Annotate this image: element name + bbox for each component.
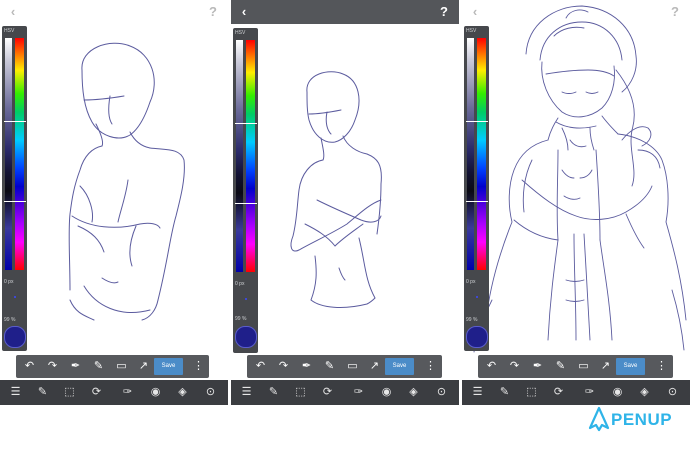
value-slider[interactable] — [467, 38, 474, 270]
menu-icon[interactable]: ☰ — [239, 385, 254, 400]
undo-icon[interactable]: ↶ — [484, 359, 499, 374]
brush-size-preview — [14, 296, 16, 298]
eraser-icon[interactable]: ▭ — [114, 359, 129, 374]
sketch-figure-3 — [473, 5, 687, 353]
eraser-icon[interactable]: ▭ — [576, 359, 591, 374]
layers-icon[interactable]: ◈ — [637, 385, 652, 400]
screen-2: ‹ ? HSV 0 px 99 % ↶ ↷ ✒ ✎ ▭ ↗ Save ⋮ ☰ ✎… — [231, 0, 459, 405]
hue-slider[interactable] — [15, 38, 24, 270]
color-mode-label[interactable]: HSV — [466, 28, 487, 34]
pencil-icon[interactable]: ✎ — [91, 359, 106, 374]
drawing-canvas[interactable] — [231, 24, 459, 355]
fill-icon[interactable]: ↗ — [598, 359, 613, 374]
undo-icon[interactable]: ↶ — [22, 359, 37, 374]
grid-icon[interactable]: ⋮ — [423, 359, 438, 374]
edit-icon[interactable]: ✎ — [497, 385, 512, 400]
sketch-figure-1 — [68, 42, 185, 321]
more-icon[interactable]: ⊙ — [203, 385, 218, 400]
bottom-bar: ☰ ✎ ⬚ ⟳ ✑ ◉ ◈ ⊙ — [0, 380, 228, 405]
redo-icon[interactable]: ↷ — [276, 359, 291, 374]
rotate-icon[interactable]: ⟳ — [551, 385, 566, 400]
penup-logo-icon — [588, 406, 610, 432]
select-icon[interactable]: ⬚ — [62, 385, 77, 400]
brush-icon[interactable]: ✑ — [582, 385, 597, 400]
edit-icon[interactable]: ✎ — [266, 385, 281, 400]
brand-name: PENUP — [611, 410, 673, 429]
bottom-bar: ☰ ✎ ⬚ ⟳ ✑ ◉ ◈ ⊙ — [231, 380, 459, 405]
rotate-icon[interactable]: ⟳ — [89, 385, 104, 400]
pencil-icon[interactable]: ✎ — [553, 359, 568, 374]
tool-bar: ↶ ↷ ✒ ✎ ▭ ↗ Save ⋮ — [16, 355, 209, 378]
color-palette[interactable]: HSV 0 px 99 % — [233, 28, 258, 353]
redo-icon[interactable]: ↷ — [507, 359, 522, 374]
select-icon[interactable]: ⬚ — [293, 385, 308, 400]
opacity-label: 99 % — [235, 316, 247, 322]
pencil-icon[interactable]: ✎ — [322, 359, 337, 374]
brush-size-preview — [476, 296, 478, 298]
rotate-icon[interactable]: ⟳ — [320, 385, 335, 400]
eraser-icon[interactable]: ▭ — [345, 359, 360, 374]
menu-icon[interactable]: ☰ — [8, 385, 23, 400]
grid-icon[interactable]: ⋮ — [191, 359, 206, 374]
menu-icon[interactable]: ☰ — [470, 385, 485, 400]
current-color-swatch[interactable] — [466, 326, 488, 348]
value-marker[interactable] — [235, 123, 257, 124]
top-bar: ‹ ? — [231, 0, 459, 24]
brush-size-label: 0 px — [4, 279, 14, 285]
layers-icon[interactable]: ◈ — [406, 385, 421, 400]
fill-icon[interactable]: ↗ — [136, 359, 151, 374]
value-slider[interactable] — [5, 38, 12, 270]
eyedropper-icon[interactable]: ✒ — [530, 359, 545, 374]
screen-1: ‹ ? HSV 0 px 99 % ↶ ↷ ✒ ✎ ▭ ↗ Save ⋮ ☰ ✎… — [0, 0, 228, 405]
select-icon[interactable]: ⬚ — [524, 385, 539, 400]
tool-bar: ↶ ↷ ✒ ✎ ▭ ↗ Save ⋮ — [478, 355, 673, 378]
palette-icon[interactable]: ◉ — [148, 385, 163, 400]
redo-icon[interactable]: ↷ — [45, 359, 60, 374]
palette-icon[interactable]: ◉ — [610, 385, 625, 400]
color-palette[interactable]: HSV 0 px 99 % — [464, 26, 489, 351]
layers-icon[interactable]: ◈ — [175, 385, 190, 400]
hue-slider[interactable] — [477, 38, 486, 270]
more-icon[interactable]: ⊙ — [665, 385, 680, 400]
grid-icon[interactable]: ⋮ — [654, 359, 669, 374]
eyedropper-icon[interactable]: ✒ — [299, 359, 314, 374]
brush-size-label: 0 px — [466, 279, 476, 285]
opacity-label: 99 % — [466, 317, 478, 323]
hue-marker[interactable] — [466, 201, 488, 202]
eyedropper-icon[interactable]: ✒ — [68, 359, 83, 374]
hue-marker[interactable] — [4, 201, 26, 202]
screen-3: ‹ ? HSV 0 px 99 % ↶ ↷ ✒ ✎ ▭ ↗ Save ⋮ ☰ ✎… — [462, 0, 690, 405]
sketch-figure-2 — [231, 24, 459, 355]
opacity-label: 99 % — [4, 317, 16, 323]
current-color-swatch[interactable] — [4, 326, 26, 348]
color-mode-label[interactable]: HSV — [235, 30, 256, 36]
value-marker[interactable] — [466, 121, 488, 122]
color-palette[interactable]: HSV 0 px 99 % — [2, 26, 27, 351]
fill-icon[interactable]: ↗ — [367, 359, 382, 374]
value-marker[interactable] — [4, 121, 26, 122]
edit-icon[interactable]: ✎ — [35, 385, 50, 400]
save-button[interactable]: Save — [154, 358, 183, 375]
penup-logo: PENUP — [588, 406, 684, 434]
undo-icon[interactable]: ↶ — [253, 359, 268, 374]
brush-icon[interactable]: ✑ — [351, 385, 366, 400]
brush-size-preview — [245, 298, 247, 300]
value-slider[interactable] — [236, 40, 243, 272]
brush-icon[interactable]: ✑ — [120, 385, 135, 400]
save-button[interactable]: Save — [616, 358, 645, 375]
hue-marker[interactable] — [235, 203, 257, 204]
hue-slider[interactable] — [246, 40, 255, 272]
back-icon[interactable]: ‹ — [235, 3, 253, 21]
palette-icon[interactable]: ◉ — [379, 385, 394, 400]
brush-size-label: 0 px — [235, 281, 245, 287]
save-button[interactable]: Save — [385, 358, 414, 375]
tool-bar: ↶ ↷ ✒ ✎ ▭ ↗ Save ⋮ — [247, 355, 442, 378]
help-icon[interactable]: ? — [435, 3, 453, 21]
drawing-canvas[interactable] — [0, 0, 228, 355]
color-mode-label[interactable]: HSV — [4, 28, 25, 34]
drawing-canvas[interactable] — [462, 0, 690, 355]
current-color-swatch[interactable] — [235, 326, 257, 348]
more-icon[interactable]: ⊙ — [434, 385, 449, 400]
bottom-bar: ☰ ✎ ⬚ ⟳ ✑ ◉ ◈ ⊙ — [462, 380, 690, 405]
